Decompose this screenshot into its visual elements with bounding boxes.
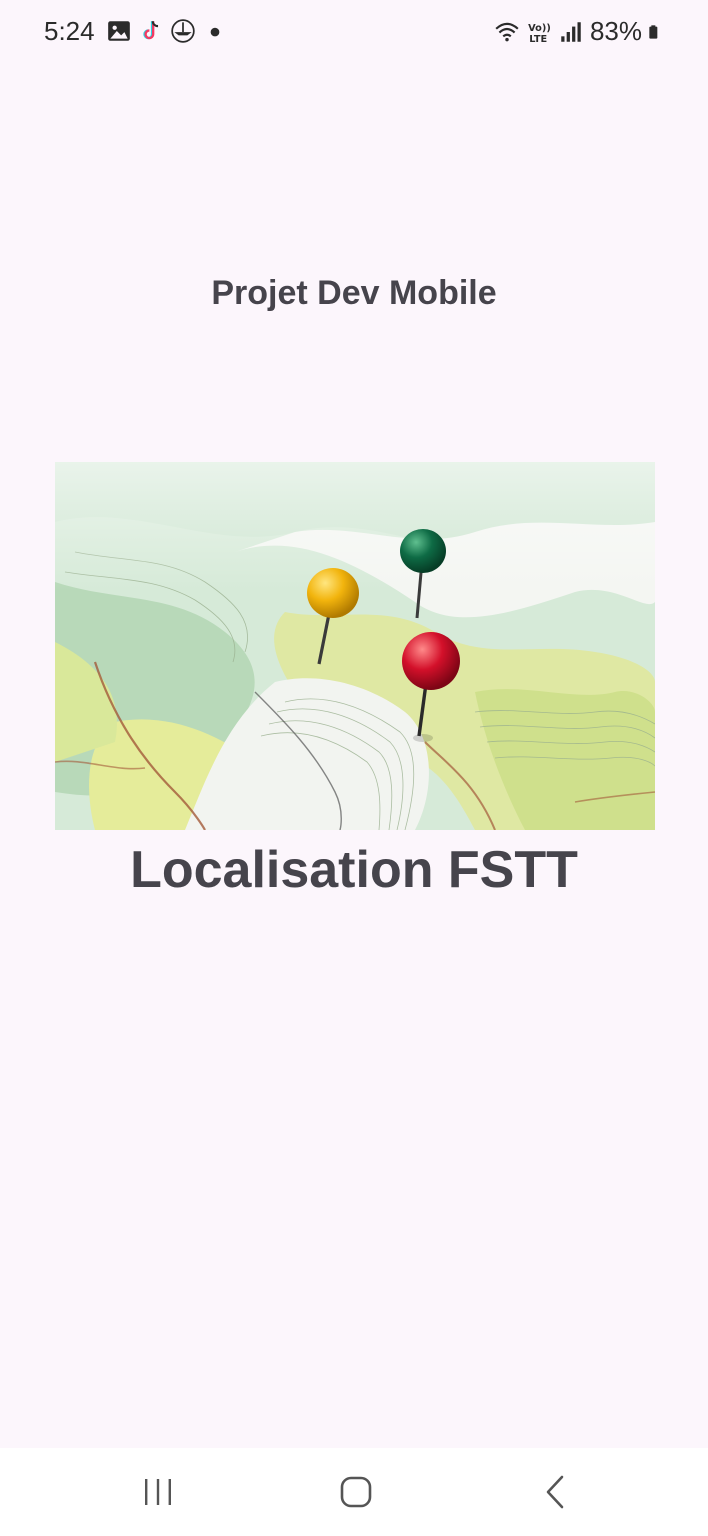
battery-icon — [649, 24, 658, 39]
navigation-bar — [0, 1448, 708, 1536]
battery-percent: 83% — [589, 16, 642, 46]
map-illustration — [55, 462, 655, 830]
main-heading: Localisation FSTT — [130, 841, 578, 899]
app-title: Projet Dev Mobile — [211, 274, 497, 312]
wifi-icon — [495, 22, 519, 41]
volte-icon: Vo)) LTE — [528, 22, 551, 44]
notification-icons — [106, 18, 228, 44]
app-icon — [171, 19, 195, 43]
system-icons: Vo)) LTE 83% — [494, 16, 664, 47]
dot-icon — [210, 27, 220, 37]
status-bar: 5:24 Vo)) LTE 83% — [0, 0, 708, 64]
recents-button[interactable] — [138, 1472, 178, 1512]
status-time: 5:24 — [44, 16, 95, 46]
gallery-icon — [108, 21, 130, 41]
tiktok-icon — [143, 21, 159, 40]
svg-text:Vo)): Vo)) — [528, 22, 551, 33]
home-button[interactable] — [336, 1472, 376, 1512]
svg-text:LTE: LTE — [529, 33, 547, 44]
map-image — [55, 462, 655, 830]
signal-icon — [561, 21, 581, 42]
back-button[interactable] — [536, 1472, 576, 1512]
